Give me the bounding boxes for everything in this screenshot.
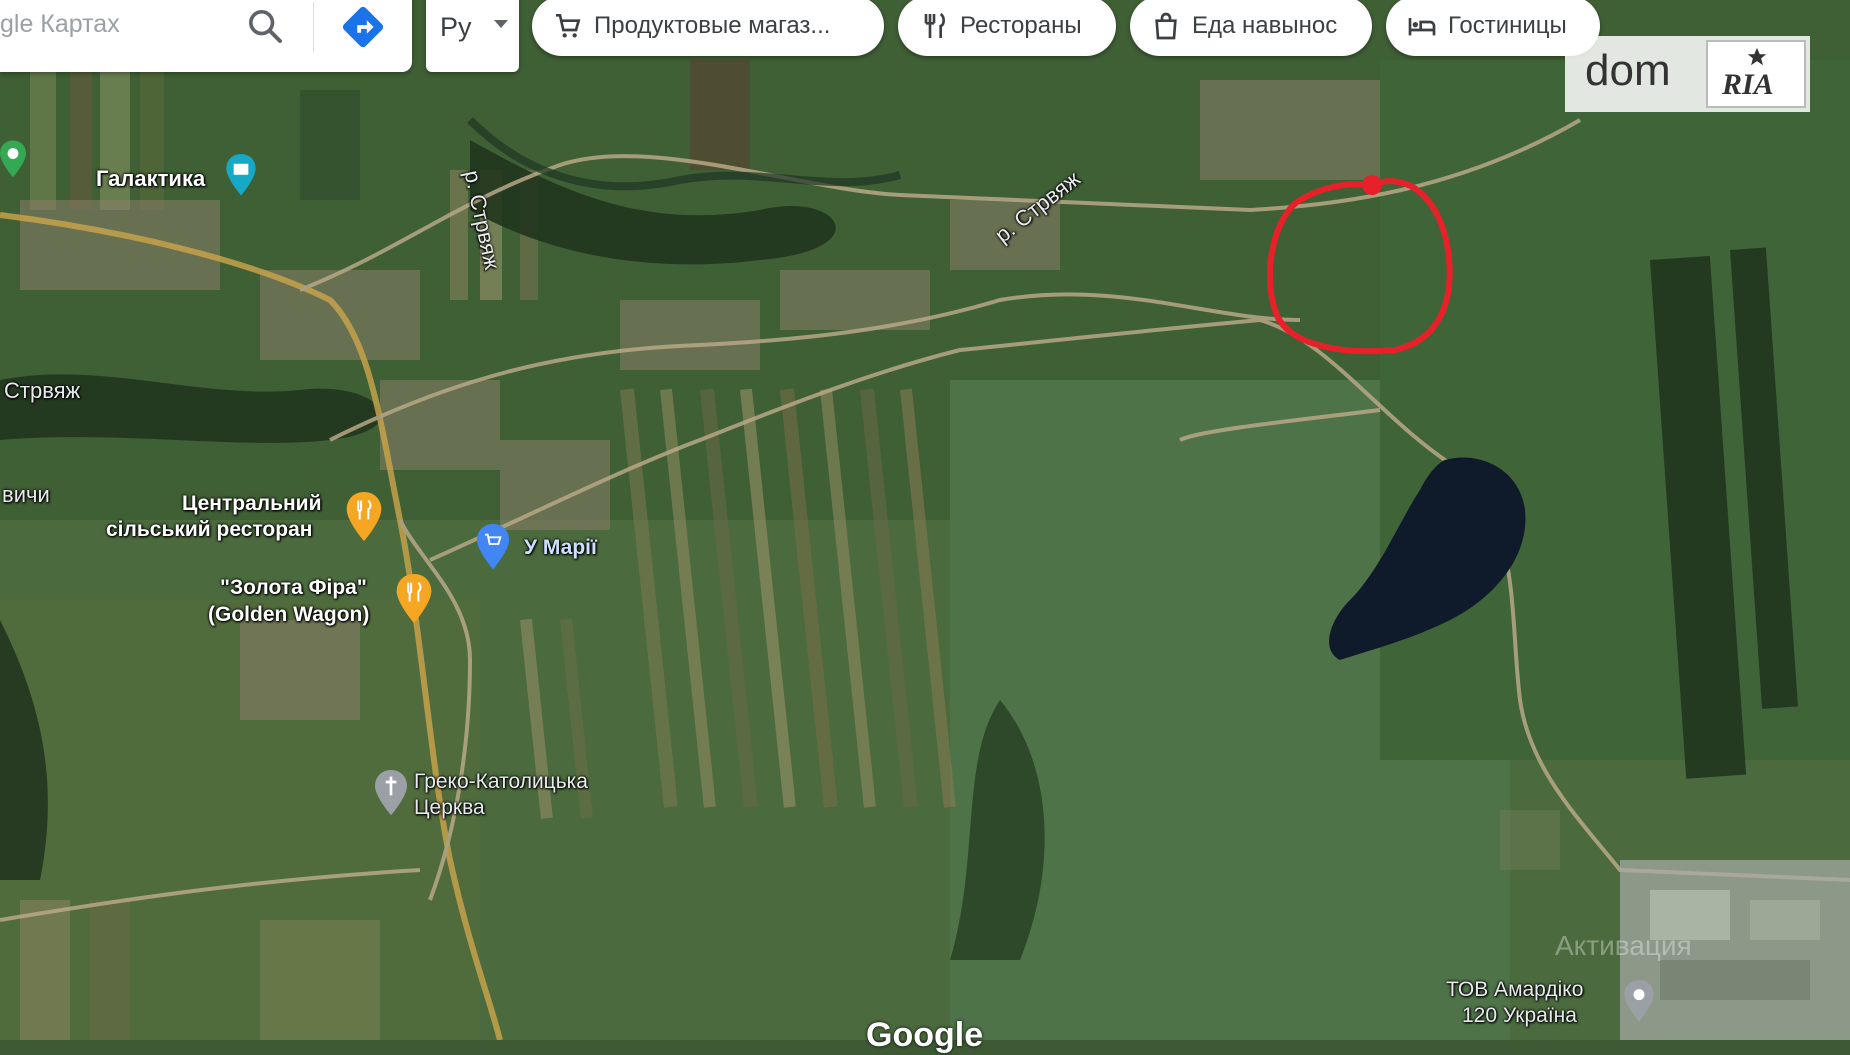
directions-icon[interactable] <box>340 4 386 50</box>
park-pin-icon[interactable] <box>0 140 26 180</box>
shop-pin-icon[interactable] <box>476 524 510 572</box>
label-central-restaurant: Центральний <box>182 492 322 515</box>
label-church: Греко-Католицька <box>414 770 588 793</box>
logo-dom-text: dom <box>1585 46 1671 95</box>
language-value: Ру <box>440 12 472 42</box>
search-icon[interactable] <box>245 6 285 46</box>
takeout-bag-icon <box>1155 12 1177 40</box>
fork-knife-icon <box>924 12 945 38</box>
logo-ria-box: RIA <box>1706 40 1806 108</box>
search-input[interactable]: gle Картах <box>0 10 120 39</box>
galaktika-pin-icon[interactable] <box>226 154 256 198</box>
chip-label: Рестораны <box>960 12 1082 39</box>
chip-restaurants[interactable]: Рестораны <box>898 0 1116 56</box>
windows-activation-watermark: Активация <box>1555 930 1692 961</box>
cart-icon <box>556 14 581 38</box>
chip-takeout[interactable]: Еда навынос <box>1130 0 1372 56</box>
label-golden-wagon: "Золота Фіра" <box>220 576 367 599</box>
church-pin-icon[interactable] <box>374 770 408 818</box>
label-golden-wagon-2: (Golden Wagon) <box>208 603 370 626</box>
label-amardiko-2: 120 Україна <box>1462 1004 1577 1027</box>
chip-label: Еда навынос <box>1192 12 1338 39</box>
label-vychi: вичи <box>2 482 50 507</box>
label-church-2: Церква <box>414 796 485 819</box>
label-galaktika: Галактика <box>96 166 206 191</box>
chip-grocery[interactable]: Продуктовые магаз... <box>532 0 884 56</box>
google-logo: Google <box>866 1016 984 1054</box>
domria-logo: dom RIA <box>1565 36 1810 112</box>
chevron-down-icon <box>494 20 508 28</box>
restaurant-pin-icon[interactable] <box>396 574 432 626</box>
label-central-restaurant-2: сільський ресторан <box>106 518 313 541</box>
bed-icon <box>1408 18 1436 36</box>
language-select[interactable]: Ру <box>426 0 519 72</box>
label-amardiko: ТОВ Амардіко <box>1446 978 1584 1001</box>
place-pin-icon[interactable] <box>1624 980 1654 1024</box>
chip-label: Гостиницы <box>1448 12 1567 39</box>
label-u-marii: У Марії <box>524 536 597 559</box>
chip-label: Продуктовые магаз... <box>594 12 831 39</box>
logo-ria-text: RIA <box>1722 68 1774 101</box>
search-divider <box>313 2 314 52</box>
star-icon <box>1747 47 1767 66</box>
restaurant-pin-icon[interactable] <box>346 492 382 544</box>
search-box[interactable]: gle Картах <box>0 0 412 72</box>
label-strvyazh: Стрвяж <box>4 378 81 403</box>
